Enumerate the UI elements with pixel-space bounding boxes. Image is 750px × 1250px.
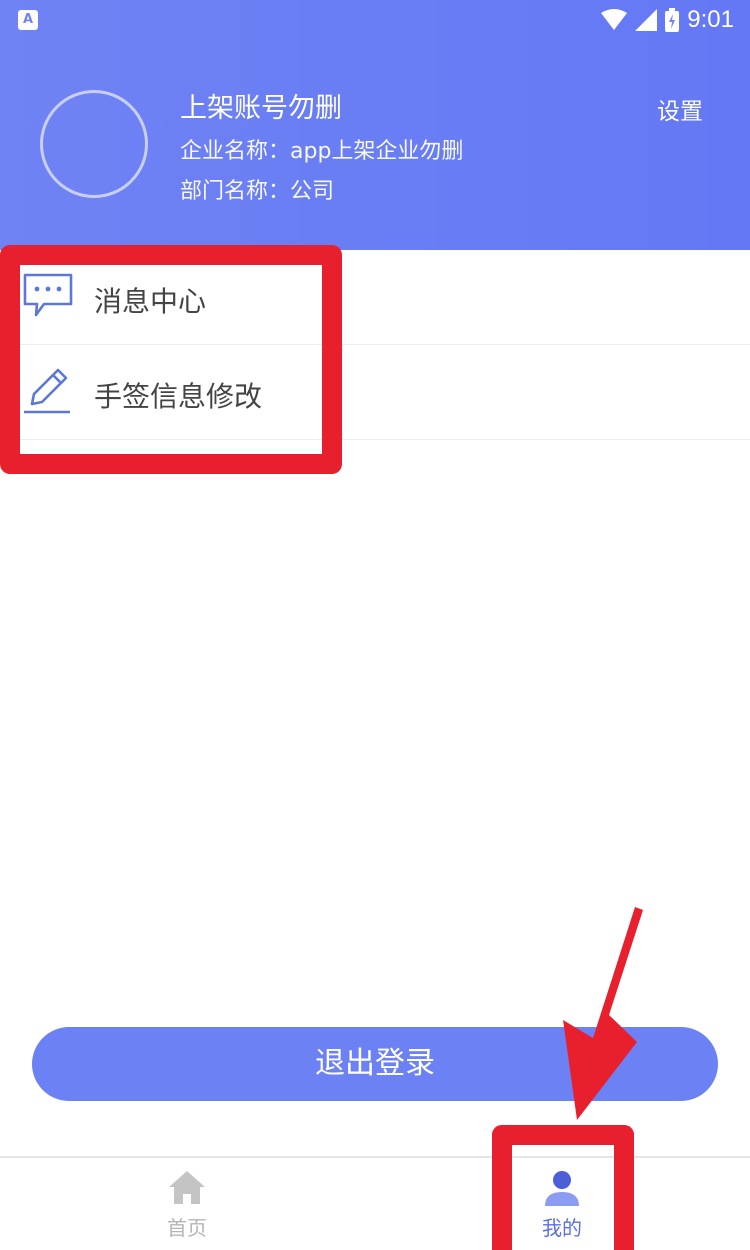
account-name: 上架账号勿删 xyxy=(180,93,342,124)
settings-button[interactable]: 设置 xyxy=(657,92,703,126)
battery-icon xyxy=(665,8,680,32)
app-notification-icon: A xyxy=(18,10,38,30)
status-indicators: 9:01 xyxy=(601,4,734,36)
profile-header: A 9:01 上架账号勿删 企业名称：app上架企业勿删 部门名称：公司 设置 xyxy=(0,0,750,250)
department-name: 部门名称：公司 xyxy=(180,179,335,204)
bottom-nav: 首页 我的 xyxy=(0,1156,750,1250)
company-name: 企业名称：app上架企业勿删 xyxy=(180,139,464,164)
home-icon xyxy=(169,1171,205,1204)
signal-icon xyxy=(635,9,658,31)
tab-home-label: 首页 xyxy=(167,1216,207,1240)
annotation-arrow-icon xyxy=(563,907,643,1120)
status-bar: A 9:01 xyxy=(0,0,750,40)
avatar[interactable] xyxy=(40,90,148,198)
tab-home[interactable]: 首页 xyxy=(127,1158,247,1250)
highlight-box-menu xyxy=(0,245,342,474)
clock: 9:01 xyxy=(687,6,734,33)
wifi-icon xyxy=(601,9,628,30)
highlight-box-mine-tab xyxy=(492,1125,634,1250)
